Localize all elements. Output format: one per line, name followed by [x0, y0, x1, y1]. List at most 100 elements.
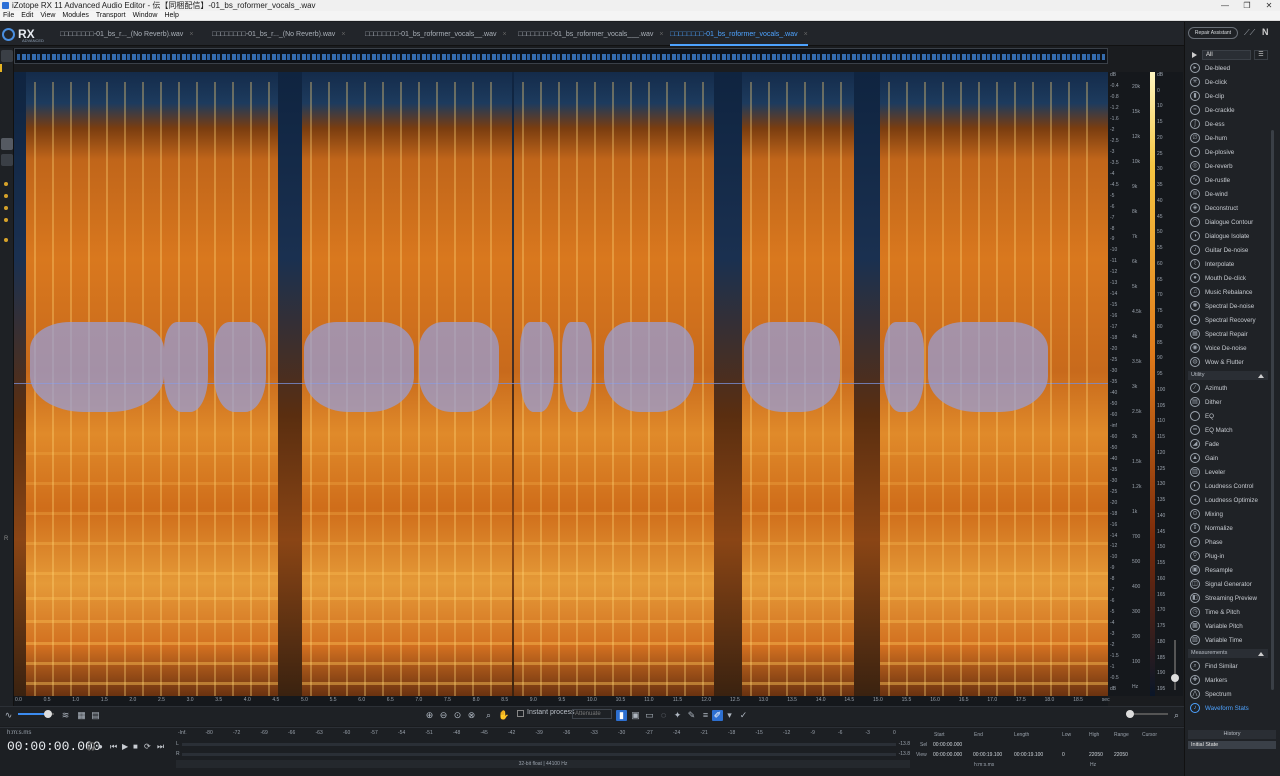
module-item-de-bleed[interactable]: ▸ De-bleed: [1188, 62, 1268, 75]
record-button[interactable]: ●: [98, 742, 103, 751]
high-field[interactable]: 22050: [1089, 752, 1103, 758]
module-item-waveform-stats[interactable]: ♪ Waveform Stats: [1188, 702, 1268, 715]
menu-view[interactable]: View: [40, 11, 55, 20]
module-item-voice-de-noise[interactable]: ◉ Voice De-noise: [1188, 342, 1268, 355]
grid-icon[interactable]: ▦: [76, 710, 87, 721]
maximize-button[interactable]: ❐: [1236, 0, 1258, 11]
module-item-dialogue-isolate[interactable]: ◑ Dialogue Isolate: [1188, 230, 1268, 243]
harmonic-selection-icon[interactable]: ≡: [700, 710, 711, 721]
module-item-de-crackle[interactable]: ≈ De-crackle: [1188, 104, 1268, 117]
brush-icon[interactable]: ✎: [686, 710, 697, 721]
module-item-variable-time[interactable]: ▨ Variable Time: [1188, 634, 1268, 647]
module-item-deconstruct[interactable]: ◈ Deconstruct: [1188, 202, 1268, 215]
settings-icon[interactable]: ▤: [90, 710, 101, 721]
pencil-icon[interactable]: ✐: [712, 710, 723, 721]
zoom-out-icon[interactable]: ⊖: [438, 710, 449, 721]
measurements-section-header[interactable]: Measurements: [1188, 649, 1268, 658]
menu-transport[interactable]: Transport: [96, 11, 126, 20]
module-list-menu-icon[interactable]: ☰: [1254, 50, 1268, 60]
frequency-selection-icon[interactable]: ▭: [644, 710, 655, 721]
close-tab-icon[interactable]: ×: [659, 31, 663, 38]
rectangle-selection-icon[interactable]: ▣: [630, 710, 641, 721]
view-start-field[interactable]: 00:00:00.000: [933, 752, 962, 758]
menu-file[interactable]: File: [3, 11, 14, 20]
module-item-leveler[interactable]: ▥ Leveler: [1188, 466, 1268, 479]
expand-view-icon[interactable]: [1, 50, 13, 62]
waveform-spectrogram-slider[interactable]: [18, 710, 54, 718]
display-toggle-button[interactable]: [1, 138, 13, 150]
module-filter-select[interactable]: All: [1202, 50, 1251, 60]
module-item-normalize[interactable]: ⇕ Normalize: [1188, 522, 1268, 535]
low-field[interactable]: 0: [1062, 752, 1065, 758]
module-item-plug-in[interactable]: ⚲ Plug-in: [1188, 550, 1268, 563]
module-item-de-wind[interactable]: ≋ De-wind: [1188, 188, 1268, 201]
play-chain-icon[interactable]: [1192, 52, 1197, 58]
module-item-markers[interactable]: ✚ Markers: [1188, 674, 1268, 687]
module-item-mouth-de-click[interactable]: ● Mouth De-click: [1188, 272, 1268, 285]
zoom-in-icon[interactable]: ⊕: [424, 710, 435, 721]
view-end-field[interactable]: 00:00:19.100: [973, 752, 1002, 758]
module-item-find-similar[interactable]: ⌕ Find Similar: [1188, 660, 1268, 673]
module-item-gain[interactable]: ▲ Gain: [1188, 452, 1268, 465]
spectrogram-view-icon[interactable]: ≋: [60, 710, 71, 721]
module-item-de-ess[interactable]: ʃ De-ess: [1188, 118, 1268, 131]
history-initial-state[interactable]: Initial State: [1188, 741, 1276, 749]
marker-icon[interactable]: [4, 218, 8, 222]
module-item-azimuth[interactable]: ∕ Azimuth: [1188, 382, 1268, 395]
module-item-spectral-recovery[interactable]: ▲ Spectral Recovery: [1188, 314, 1268, 327]
playhead-marker[interactable]: [0, 64, 2, 72]
menu-window[interactable]: Window: [133, 11, 158, 20]
headphones-icon[interactable]: 🎧: [86, 742, 96, 751]
view-length-field[interactable]: 00:00:19.100: [1014, 752, 1043, 758]
zoom-selection-icon[interactable]: ⊙: [452, 710, 463, 721]
instant-process-mode-select[interactable]: Attenuate: [572, 709, 612, 719]
play-button[interactable]: ▶: [122, 742, 128, 751]
marker-icon[interactable]: [4, 182, 8, 186]
module-item-interpolate[interactable]: ⌇ Interpolate: [1188, 258, 1268, 271]
stop-button[interactable]: ■: [133, 742, 138, 751]
module-item-phase[interactable]: ⌀ Phase: [1188, 536, 1268, 549]
module-item-spectrum[interactable]: ⋀ Spectrum: [1188, 688, 1268, 701]
file-tab-4[interactable]: □□□□□□□□-01_bs_roformer_vocals___.wav ×: [518, 28, 663, 42]
module-item-de-reverb[interactable]: ◎ De-reverb: [1188, 160, 1268, 173]
close-tab-icon[interactable]: ×: [189, 31, 193, 38]
module-item-de-plosive[interactable]: ◔ De-plosive: [1188, 146, 1268, 159]
module-item-de-hum[interactable]: ∅ De-hum: [1188, 132, 1268, 145]
module-item-de-rustle[interactable]: ∿ De-rustle: [1188, 174, 1268, 187]
preview-icon[interactable]: ✓: [738, 710, 749, 721]
module-item-wow-and-flutter[interactable]: ◍ Wow & Flutter: [1188, 356, 1268, 369]
horizontal-zoom-slider[interactable]: [1126, 710, 1168, 718]
module-item-variable-pitch[interactable]: ▩ Variable Pitch: [1188, 620, 1268, 633]
repair-assistant-button[interactable]: Repair Assistant: [1188, 27, 1238, 39]
spectrogram-display[interactable]: [14, 72, 1108, 696]
vertical-zoom-slider[interactable]: [1170, 630, 1180, 700]
hand-tool-icon[interactable]: ✋: [498, 710, 509, 721]
waveform-view-icon[interactable]: ∿: [3, 710, 14, 721]
close-tab-icon[interactable]: ×: [341, 31, 345, 38]
instant-process-checkbox[interactable]: [517, 710, 524, 717]
file-tab-1[interactable]: □□□□□□□□-01_bs_r..._(No Reverb).wav ×: [60, 28, 193, 42]
module-item-loudness-control[interactable]: ◐ Loudness Control: [1188, 480, 1268, 493]
help-icon[interactable]: [1, 154, 13, 166]
module-item-loudness-optimize[interactable]: ◒ Loudness Optimize: [1188, 494, 1268, 507]
module-item-resample[interactable]: ▣ Resample: [1188, 564, 1268, 577]
go-to-end-button[interactable]: ⏭: [157, 742, 164, 752]
close-tab-icon[interactable]: ×: [804, 31, 808, 38]
module-item-spectral-repair[interactable]: ▦ Spectral Repair: [1188, 328, 1268, 341]
minimize-button[interactable]: —: [1214, 0, 1236, 11]
zoom-search-icon[interactable]: ⌕: [1171, 710, 1182, 721]
time-selection-icon[interactable]: ▮: [616, 710, 627, 721]
menu-help[interactable]: Help: [164, 11, 178, 20]
module-item-streaming-preview[interactable]: ◧ Streaming Preview: [1188, 592, 1268, 605]
go-to-start-button[interactable]: ⏮: [110, 742, 117, 752]
menu-edit[interactable]: Edit: [21, 11, 33, 20]
module-item-eq[interactable]: ⌒ EQ: [1188, 410, 1268, 423]
utility-section-header[interactable]: Utility: [1188, 371, 1268, 380]
dropdown-icon[interactable]: ▾: [724, 710, 735, 721]
module-item-spectral-de-noise[interactable]: ✺ Spectral De-noise: [1188, 300, 1268, 313]
marker-icon[interactable]: [4, 238, 8, 242]
loop-button[interactable]: ⟳: [144, 742, 151, 751]
waveform-overview[interactable]: [14, 48, 1108, 64]
module-item-dither[interactable]: ▤ Dither: [1188, 396, 1268, 409]
marker-icon[interactable]: [4, 194, 8, 198]
